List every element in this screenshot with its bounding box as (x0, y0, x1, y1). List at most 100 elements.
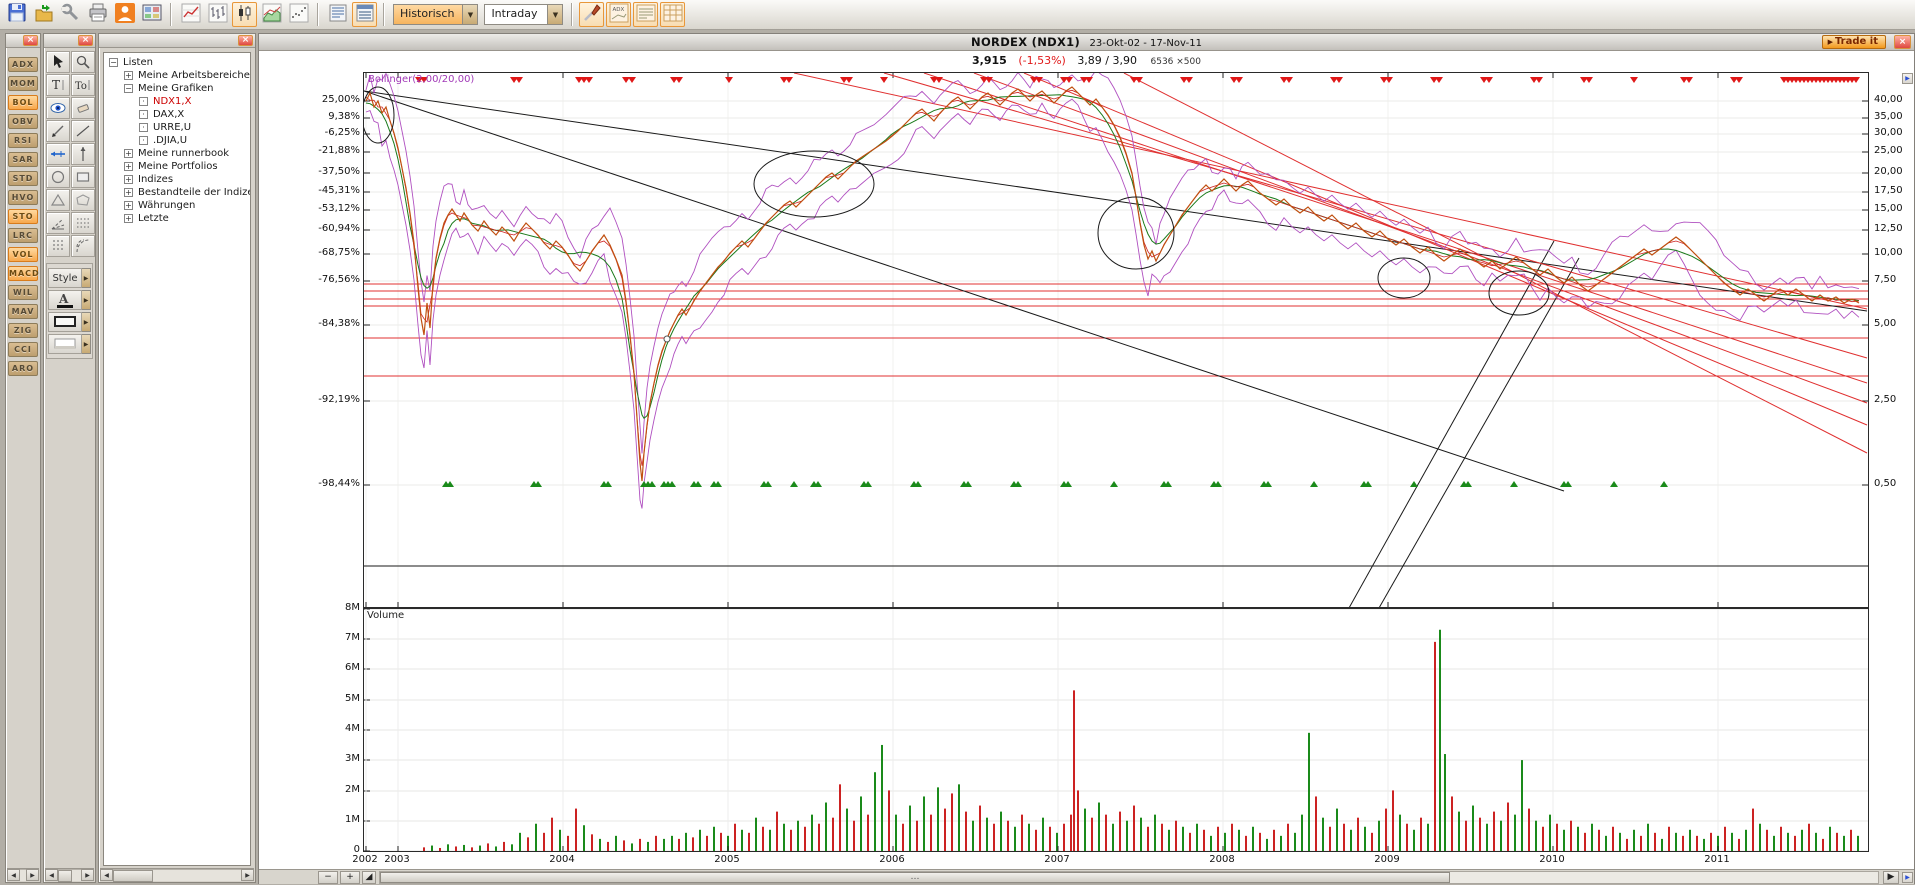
tool-text2-button[interactable]: To (71, 74, 95, 96)
layout-button[interactable] (139, 2, 164, 27)
tree-item-w-hrungen[interactable]: +Währungen (104, 199, 250, 212)
indicator-macd-button[interactable]: MACD (8, 266, 38, 281)
tools-panel-scrollbar[interactable]: ◀ ▶ (45, 868, 94, 881)
line-style-dropdown-icon[interactable]: ▶ (82, 312, 91, 332)
indicator-std-button[interactable]: STD (8, 171, 38, 186)
chart-titlebar[interactable]: NORDEX (NDX1) 23-Okt-02 - 17-Nov-11 ▶Tra… (259, 34, 1914, 51)
tool-arc-button[interactable] (71, 235, 95, 257)
quotes-button[interactable] (660, 2, 685, 27)
indicator-bol-button[interactable]: BOL (8, 95, 38, 110)
style-button[interactable]: Style (48, 268, 82, 288)
indicator-cci-button[interactable]: CCI (8, 342, 38, 357)
tool-vline-button[interactable] (71, 143, 95, 165)
expand-plus-icon[interactable]: + (124, 188, 133, 197)
open-button[interactable] (31, 2, 56, 27)
scroll-right-icon[interactable]: ▶ (81, 869, 94, 881)
tree-item-meine-runnerbook[interactable]: +Meine runnerbook (104, 147, 250, 160)
collapse-panel-icon[interactable]: ▶ (1902, 73, 1913, 84)
settings-button[interactable] (58, 2, 83, 27)
font-dropdown-icon[interactable]: ▶ (82, 290, 91, 310)
fill-style-dropdown-icon[interactable]: ▶ (82, 334, 91, 354)
tree-item-meine-portfolios[interactable]: +Meine Portfolios (104, 160, 250, 173)
line-chart-button[interactable] (178, 2, 203, 27)
tree-item-meine-arbeitsbereiche[interactable]: +Meine Arbeitsbereiche (104, 69, 250, 82)
tool-triangle-button[interactable] (46, 189, 70, 211)
tool-eraser-button[interactable] (71, 97, 95, 119)
area-chart-button[interactable] (259, 2, 284, 27)
expand-plus-icon[interactable]: + (124, 214, 133, 223)
candle-chart-button[interactable] (232, 2, 257, 27)
trade-it-button[interactable]: ▶Trade it (1822, 35, 1886, 49)
tool-line-button[interactable] (71, 120, 95, 142)
scroll-track[interactable] (58, 869, 81, 881)
point-chart-button[interactable] (286, 2, 311, 27)
indicator-adx-button[interactable]: ADX (8, 57, 38, 72)
scroll-right-icon[interactable]: ▶ (1883, 871, 1899, 884)
indicator-panel-scrollbar[interactable]: ◀ ▶ (7, 868, 39, 881)
scroll-right-icon[interactable]: ▶ (241, 869, 254, 881)
scroll-thumb[interactable]: … (380, 872, 1450, 883)
tree-item--djia-u[interactable]: ·.DJIA,U (104, 134, 250, 147)
user-button[interactable] (112, 2, 137, 27)
tree-item-ndx1-x[interactable]: ·NDX1,X (104, 95, 250, 108)
tool-ellipse-button[interactable] (46, 166, 70, 188)
scroll-track[interactable] (113, 869, 241, 881)
indicator-aro-button[interactable]: ARO (8, 361, 38, 376)
tree-item-listen[interactable]: −Listen (104, 56, 250, 69)
tool-vertical-lines-button[interactable] (46, 235, 70, 257)
indicator-lrc-button[interactable]: LRC (8, 228, 38, 243)
indicator-sar-button[interactable]: SAR (8, 152, 38, 167)
indicator-panel-titlebar[interactable]: × (6, 34, 40, 48)
tree-item-bestandteile-der-indizes[interactable]: +Bestandteile der Indizes (104, 186, 250, 199)
intraday-select[interactable]: Intraday▼ (484, 4, 563, 25)
expand-minus-icon[interactable]: − (124, 84, 133, 93)
close-icon[interactable]: × (23, 35, 38, 46)
expand-plus-icon[interactable]: + (124, 71, 133, 80)
expand-plus-icon[interactable]: + (124, 175, 133, 184)
scroll-left-icon[interactable]: ◀ (100, 869, 113, 881)
historisch-select[interactable]: Historisch▼ (393, 4, 478, 25)
print-button[interactable] (85, 2, 110, 27)
scroll-left-icon[interactable]: ◀ (7, 869, 20, 881)
tree-item-urre-u[interactable]: ·URRE,U (104, 121, 250, 134)
font-style-button[interactable]: A (48, 290, 82, 310)
tool-angle-button[interactable] (46, 212, 70, 234)
indicator-hvo-button[interactable]: HVO (8, 190, 38, 205)
tool-hline-button[interactable] (46, 143, 70, 165)
expand-plus-icon[interactable]: + (124, 149, 133, 158)
expand-plus-icon[interactable]: + (124, 162, 133, 171)
scroll-thumb[interactable] (113, 870, 153, 882)
watchlist-button[interactable] (325, 2, 350, 27)
scroll-left-icon[interactable]: ◀ (45, 869, 58, 881)
indicator-rsi-button[interactable]: RSI (8, 133, 38, 148)
indicator-vol-button[interactable]: VOL (8, 247, 38, 262)
scroll-track[interactable]: … (379, 871, 1879, 884)
expand-minus-icon[interactable]: − (109, 58, 118, 67)
tool-pencil-button[interactable] (46, 120, 70, 142)
indicator-obv-button[interactable]: OBV (8, 114, 38, 129)
tool-dotted-lines-button[interactable] (71, 212, 95, 234)
chart-scrollbar[interactable]: − + ◢ … ▶ ▶ (259, 869, 1914, 884)
draw-tools-button[interactable] (579, 2, 604, 27)
price-pane[interactable] (363, 72, 1869, 608)
scroll-right-icon[interactable]: ▶ (26, 869, 39, 881)
indicator-mom-button[interactable]: MOM (8, 76, 38, 91)
watchlist-detail-button[interactable] (352, 2, 377, 27)
indicators-button[interactable]: ADX (606, 2, 631, 27)
zoom-in-button[interactable]: + (340, 871, 360, 884)
close-icon[interactable]: × (78, 35, 93, 46)
split-handle[interactable]: ◢ (362, 871, 376, 884)
indicator-sto-button[interactable]: STO (8, 209, 38, 224)
tool-text-button[interactable]: T (46, 74, 70, 96)
chevron-down-icon[interactable]: ▼ (547, 5, 562, 24)
expand-right-icon[interactable]: ▶ (1902, 872, 1913, 883)
news-button[interactable] (633, 2, 658, 27)
tree-item-indizes[interactable]: +Indizes (104, 173, 250, 186)
expand-plus-icon[interactable]: + (124, 201, 133, 210)
style-dropdown-icon[interactable]: ▶ (82, 268, 91, 288)
fill-style-button[interactable] (48, 334, 82, 354)
indicator-mav-button[interactable]: MAV (8, 304, 38, 319)
tools-panel-titlebar[interactable]: × (44, 34, 95, 48)
lists-panel-titlebar[interactable]: × (99, 34, 255, 48)
indicator-wil-button[interactable]: WIL (8, 285, 38, 300)
